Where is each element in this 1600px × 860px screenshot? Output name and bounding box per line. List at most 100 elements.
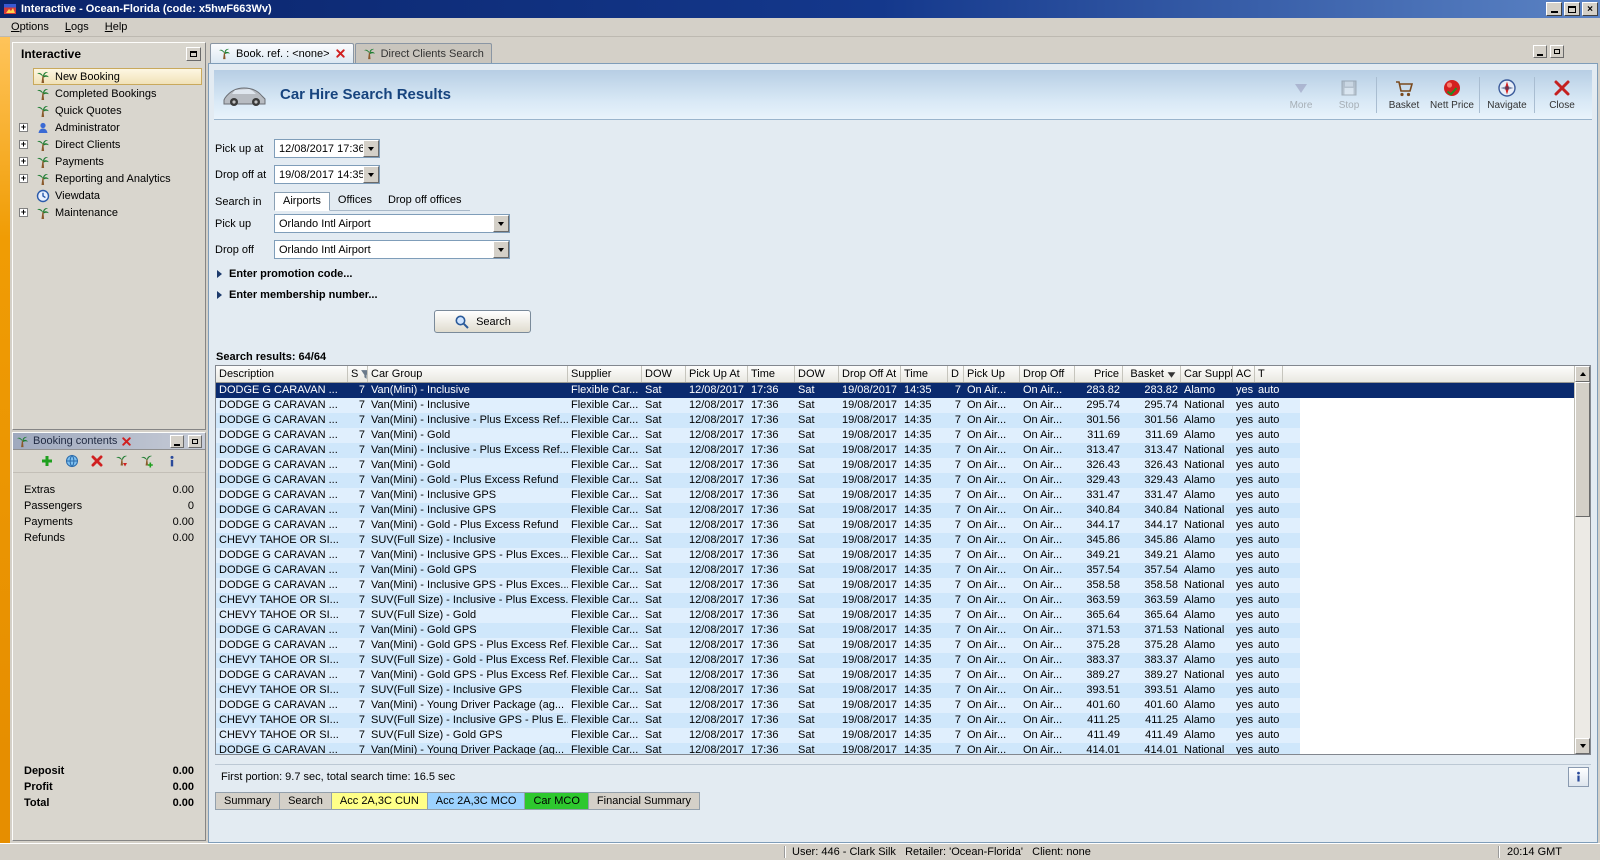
table-row[interactable]: DODGE G CARAVAN ... 7 Van(Mini) - Inclusiv… xyxy=(216,548,1574,563)
sidebar-item-completed-bookings[interactable]: Completed Bookings xyxy=(15,85,205,102)
column-header-dow-pickup[interactable]: DOW xyxy=(642,366,686,382)
table-row[interactable]: CHEVY TAHOE OR SI... 7 SUV(Full Size) - In… xyxy=(216,713,1574,728)
pane-minimize-button[interactable] xyxy=(170,434,184,448)
mdi-minimize-button[interactable] xyxy=(1533,45,1547,58)
scrollbar-thumb[interactable] xyxy=(1575,382,1590,517)
delete-button[interactable] xyxy=(88,452,106,470)
add-button[interactable] xyxy=(38,452,56,470)
dropoff-combo[interactable]: Orlando Intl Airport xyxy=(274,240,510,259)
table-row[interactable]: DODGE G CARAVAN ... 7 Van(Mini) - Gold - P… xyxy=(216,473,1574,488)
palm-export-button[interactable] xyxy=(113,452,131,470)
scroll-up-icon[interactable] xyxy=(1575,366,1590,382)
basket-button[interactable]: Basket xyxy=(1380,76,1428,113)
pane-restore-button[interactable] xyxy=(188,434,202,448)
tab-direct-clients-search[interactable]: Direct Clients Search xyxy=(354,43,492,63)
close-button[interactable]: Close xyxy=(1538,76,1586,113)
sidebar-item-quick-quotes[interactable]: Quick Quotes xyxy=(15,102,205,119)
table-row[interactable]: CHEVY TAHOE OR SI... 7 SUV(Full Size) - In… xyxy=(216,593,1574,608)
table-row[interactable]: DODGE G CARAVAN ... 7 Van(Mini) - Inclusiv… xyxy=(216,578,1574,593)
column-header-drop-off-at[interactable]: Drop Off At xyxy=(839,366,901,382)
column-header-drop-off[interactable]: Drop Off xyxy=(1020,366,1075,382)
table-row[interactable]: CHEVY TAHOE OR SI... 7 SUV(Full Size) - In… xyxy=(216,533,1574,548)
sidebar-item-administrator[interactable]: + Administrator xyxy=(15,119,205,136)
table-row[interactable]: DODGE G CARAVAN ... 7 Van(Mini) - Inclusiv… xyxy=(216,488,1574,503)
search-in-tab-drop-off-offices[interactable]: Drop off offices xyxy=(380,192,470,210)
scroll-down-icon[interactable] xyxy=(1575,738,1590,754)
sidebar-item-new-booking[interactable]: New Booking xyxy=(15,68,205,85)
table-row[interactable]: DODGE G CARAVAN ... 7 Van(Mini) - Gold - P… xyxy=(216,518,1574,533)
menu-help[interactable]: Help xyxy=(97,19,136,35)
menu-logs[interactable]: Logs xyxy=(57,19,97,35)
sidebar-item-payments[interactable]: + Payments xyxy=(15,153,205,170)
menu-options[interactable]: Options xyxy=(3,19,57,35)
dropoff-at-dropdown-icon[interactable] xyxy=(363,166,379,183)
pickup-at-field[interactable]: 12/08/2017 17:36 xyxy=(274,139,380,158)
table-row[interactable]: DODGE G CARAVAN ... 7 Van(Mini) - Inclusiv… xyxy=(216,443,1574,458)
search-in-tab-offices[interactable]: Offices xyxy=(330,192,380,210)
expand-icon[interactable]: + xyxy=(19,157,28,166)
column-header-dow-dropoff[interactable]: DOW xyxy=(795,366,839,382)
search-button[interactable]: Search xyxy=(434,310,531,333)
column-header-pick-up[interactable]: Pick Up xyxy=(964,366,1020,382)
panel-collapse-button[interactable] xyxy=(186,46,201,61)
bottom-tab-summary[interactable]: Summary xyxy=(215,792,281,810)
mdi-restore-button[interactable] xyxy=(1550,45,1564,58)
info-button[interactable] xyxy=(1568,766,1589,787)
table-row[interactable]: DODGE G CARAVAN ... 7 Van(Mini) - Inclusiv… xyxy=(216,398,1574,413)
table-row[interactable]: DODGE G CARAVAN ... 7 Van(Mini) - Inclusiv… xyxy=(216,413,1574,428)
table-row[interactable]: CHEVY TAHOE OR SI... 7 SUV(Full Size) - Go… xyxy=(216,608,1574,623)
column-header-supplier[interactable]: Supplier xyxy=(568,366,642,382)
table-row[interactable]: DODGE G CARAVAN ... 7 Van(Mini) - Young Dr… xyxy=(216,743,1574,754)
sidebar-item-maintenance[interactable]: + Maintenance xyxy=(15,204,205,221)
table-row[interactable]: DODGE G CARAVAN ... 7 Van(Mini) - Gold GPS… xyxy=(216,668,1574,683)
nett-price-button[interactable]: Nett Price xyxy=(1428,76,1476,113)
promo-expander[interactable]: Enter promotion code... xyxy=(217,268,352,280)
minimize-button[interactable] xyxy=(1546,2,1562,16)
column-header-d[interactable]: D xyxy=(948,366,964,382)
sidebar-item-direct-clients[interactable]: + Direct Clients xyxy=(15,136,205,153)
pickup-at-dropdown-icon[interactable] xyxy=(363,140,379,157)
table-row[interactable]: DODGE G CARAVAN ... 7 Van(Mini) - Young Dr… xyxy=(216,698,1574,713)
column-header-car-group[interactable]: Car Group xyxy=(368,366,568,382)
column-header-price[interactable]: Price xyxy=(1075,366,1123,382)
table-row[interactable]: DODGE G CARAVAN ... 7 Van(Mini) - Gold GPS… xyxy=(216,563,1574,578)
scrollbar-track[interactable] xyxy=(1575,382,1590,738)
column-header-car-supplier[interactable]: Car Supplier xyxy=(1181,366,1233,382)
palm-new-button[interactable] xyxy=(138,452,156,470)
column-header-time-dropoff[interactable]: Time xyxy=(901,366,948,382)
table-row[interactable]: CHEVY TAHOE OR SI... 7 SUV(Full Size) - Go… xyxy=(216,653,1574,668)
bottom-tab-car-mco[interactable]: Car MCO xyxy=(525,792,589,810)
column-header-s[interactable]: S xyxy=(348,366,368,382)
sidebar-item-reporting-and-analytics[interactable]: + Reporting and Analytics xyxy=(15,170,205,187)
expand-icon[interactable]: + xyxy=(19,174,28,183)
column-header-ac[interactable]: AC xyxy=(1233,366,1255,382)
bottom-tab-financial-summary[interactable]: Financial Summary xyxy=(588,792,701,810)
table-row[interactable]: DODGE G CARAVAN ... 7 Van(Mini) - Inclusiv… xyxy=(216,383,1574,398)
globe-button[interactable] xyxy=(63,452,81,470)
navigate-button[interactable]: Navigate xyxy=(1483,76,1531,113)
table-row[interactable]: DODGE G CARAVAN ... 7 Van(Mini) - Gold GPS… xyxy=(216,638,1574,653)
table-row[interactable]: DODGE G CARAVAN ... 7 Van(Mini) - Inclusiv… xyxy=(216,503,1574,518)
bottom-tab-search[interactable]: Search xyxy=(280,792,332,810)
close-pane-icon[interactable] xyxy=(121,436,132,447)
close-button[interactable]: × xyxy=(1582,2,1598,16)
column-header-t[interactable]: T xyxy=(1255,366,1283,382)
column-header-description[interactable]: Description xyxy=(216,366,348,382)
table-row[interactable]: DODGE G CARAVAN ... 7 Van(Mini) - Gold Flex… xyxy=(216,458,1574,473)
table-row[interactable]: DODGE G CARAVAN ... 7 Van(Mini) - Gold GPS… xyxy=(216,623,1574,638)
pickup-combo[interactable]: Orlando Intl Airport xyxy=(274,214,510,233)
sidebar-item-viewdata[interactable]: Viewdata xyxy=(15,187,205,204)
table-row[interactable]: CHEVY TAHOE OR SI... 7 SUV(Full Size) - Go… xyxy=(216,728,1574,743)
column-header-time-pickup[interactable]: Time xyxy=(748,366,795,382)
vertical-scrollbar[interactable] xyxy=(1574,366,1590,754)
column-header-basket[interactable]: Basket xyxy=(1123,366,1181,382)
dropoff-dropdown-icon[interactable] xyxy=(493,241,509,258)
expand-icon[interactable]: + xyxy=(19,208,28,217)
tab-book-ref-none[interactable]: Book. ref. : <none> xyxy=(210,43,354,63)
info-button[interactable] xyxy=(163,452,181,470)
bottom-tab-acc-2a-3c-cun[interactable]: Acc 2A,3C CUN xyxy=(331,792,428,810)
membership-expander[interactable]: Enter membership number... xyxy=(217,289,378,301)
dropoff-at-field[interactable]: 19/08/2017 14:35 xyxy=(274,165,380,184)
bottom-tab-acc-2a-3c-mco[interactable]: Acc 2A,3C MCO xyxy=(427,792,526,810)
expand-icon[interactable]: + xyxy=(19,123,28,132)
